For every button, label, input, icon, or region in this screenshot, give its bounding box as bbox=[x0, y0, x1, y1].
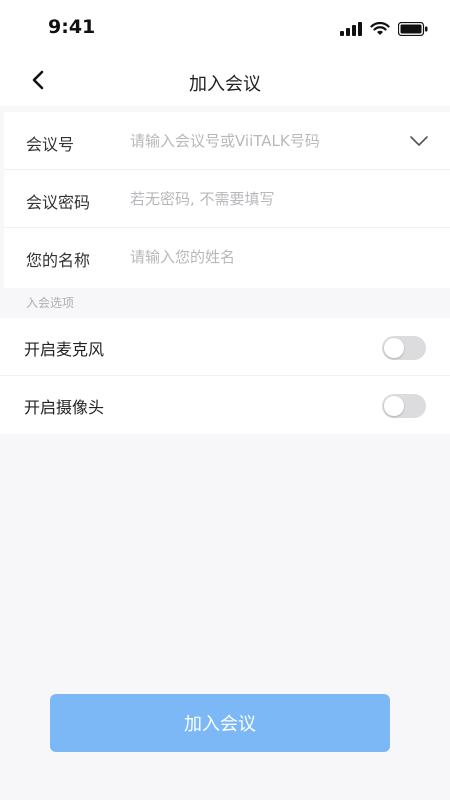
status-icons bbox=[340, 22, 428, 36]
meeting-history-dropdown[interactable] bbox=[408, 132, 430, 150]
battery-icon bbox=[398, 22, 428, 36]
page-title: 加入会议 bbox=[189, 74, 261, 95]
password-input[interactable] bbox=[130, 182, 400, 216]
camera-toggle[interactable] bbox=[382, 394, 426, 418]
name-row: 您的名称 bbox=[4, 228, 450, 286]
password-row: 会议密码 bbox=[4, 170, 450, 228]
wifi-icon bbox=[370, 22, 390, 35]
options-section-title: 入会选项 bbox=[26, 296, 75, 310]
name-label: 您的名称 bbox=[26, 251, 91, 270]
status-time: 9:41 bbox=[48, 16, 96, 38]
join-options: 开启麦克风 开启摄像头 bbox=[0, 318, 450, 434]
camera-option-row: 开启摄像头 bbox=[0, 376, 450, 434]
toggle-knob bbox=[384, 396, 404, 416]
join-form: 会议号 会议密码 您的名称 bbox=[4, 112, 450, 288]
camera-label: 开启摄像头 bbox=[24, 398, 105, 417]
meeting-id-row: 会议号 bbox=[4, 112, 450, 170]
status-bar: 9:41 bbox=[0, 0, 450, 56]
name-input[interactable] bbox=[130, 240, 400, 274]
microphone-toggle[interactable] bbox=[382, 336, 426, 360]
nav-bar: 加入会议 bbox=[0, 56, 450, 106]
meeting-id-input[interactable] bbox=[130, 124, 400, 158]
microphone-label: 开启麦克风 bbox=[24, 340, 105, 359]
meeting-id-label: 会议号 bbox=[26, 135, 75, 154]
options-section-header: 入会选项 bbox=[0, 288, 450, 318]
toggle-knob bbox=[384, 338, 404, 358]
password-label: 会议密码 bbox=[26, 193, 91, 212]
chevron-down-icon bbox=[410, 136, 428, 146]
join-meeting-button[interactable]: 加入会议 bbox=[50, 694, 390, 752]
signal-icon bbox=[340, 22, 362, 36]
microphone-option-row: 开启麦克风 bbox=[0, 318, 450, 376]
